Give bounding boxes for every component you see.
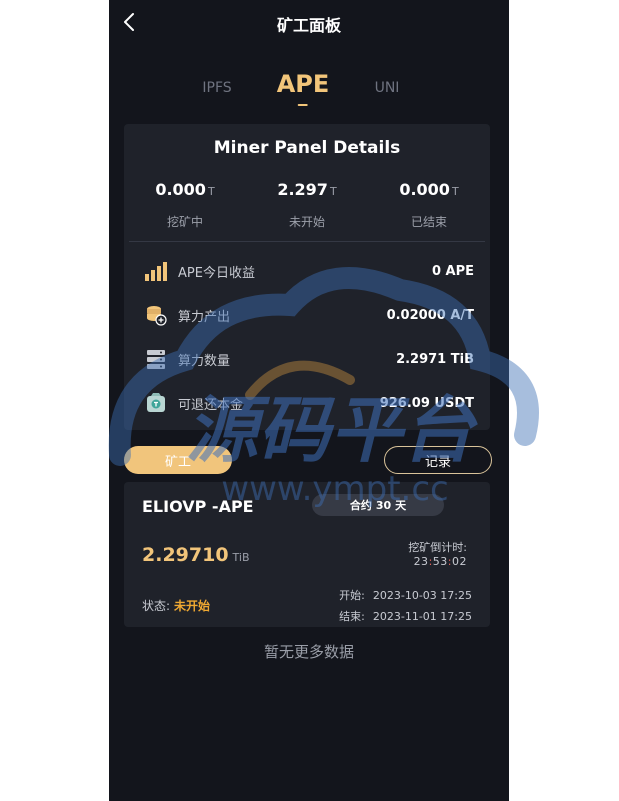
start-time-row: 开始: 2023-10-03 17:25 <box>339 587 472 603</box>
end-time-row: 结束: 2023-11-01 17:25 <box>339 608 472 624</box>
contract-days: 30 <box>375 498 392 512</box>
stat-value: 0.000 <box>399 180 450 199</box>
tab-uni[interactable]: UNI <box>375 66 400 114</box>
countdown-hours: 23 <box>413 555 429 568</box>
stat-value: 0.000 <box>155 180 206 199</box>
end-label: 结束: <box>339 610 365 623</box>
power-unit: TiB <box>232 551 250 564</box>
info-value: 0.02000 A/T <box>386 307 474 323</box>
order-status: 状态: 未开始 <box>142 597 210 614</box>
stats-row: 0.000 T 挖矿中 2.297 T 未开始 0.000 T 已结束 <box>124 180 490 240</box>
coin-stack-add-icon <box>144 303 168 327</box>
contract-badge: 合约 30 天 <box>312 494 444 516</box>
stat-mining: 0.000 T 挖矿中 <box>124 180 246 230</box>
stat-ended: 0.000 T 已结束 <box>368 180 490 230</box>
power-value: 2.29710 <box>142 544 229 566</box>
coin-tabs: IPFS APE UNI <box>109 66 509 116</box>
countdown-label: 挖矿倒计时: <box>408 541 467 554</box>
stat-label: 已结束 <box>410 215 447 229</box>
no-more-data: 暂无更多数据 <box>263 643 354 661</box>
status-badge: 未开始 <box>174 599 211 613</box>
info-row-power-amount: 算力数量 2.2971 TiB <box>144 344 474 374</box>
tab-ipfs[interactable]: IPFS <box>202 66 231 114</box>
order-name: ELIOVP -APE <box>142 497 254 516</box>
info-value: 0 APE <box>431 263 474 279</box>
start-label: 开始: <box>339 589 365 602</box>
status-label: 状态: <box>142 599 171 613</box>
tab-label: UNI <box>374 80 400 96</box>
tab-ape[interactable]: APE <box>276 66 330 114</box>
page-title: 矿工面板 <box>276 16 341 35</box>
order-power: 2.29710 TiB <box>142 544 250 566</box>
wallet-icon <box>144 391 168 415</box>
info-label: 可退还本金 <box>178 397 244 413</box>
stat-label: 未开始 <box>288 215 325 229</box>
details-title: Miner Panel Details <box>213 138 401 158</box>
end-time: 2023-11-01 17:25 <box>372 610 472 623</box>
info-value: 926.09 USDT <box>379 395 474 411</box>
record-button[interactable]: 记录 <box>384 446 492 474</box>
tab-active-indicator <box>298 104 308 106</box>
tab-label: APE <box>276 70 330 98</box>
info-label: 算力数量 <box>178 353 231 369</box>
contract-prefix: 合约 <box>349 499 372 512</box>
stat-unit: T <box>451 185 459 198</box>
phone-screen: 矿工面板 IPFS APE UNI Miner Panel Details 0.… <box>109 0 509 801</box>
info-label: APE今日收益 <box>178 265 255 281</box>
miner-details-card: Miner Panel Details 0.000 T 挖矿中 2.297 T 未开… <box>124 124 490 430</box>
stat-unit: T <box>329 185 337 198</box>
contract-suffix: 天 <box>395 499 407 512</box>
countdown-minutes: 53 <box>432 555 448 568</box>
stat-label: 挖矿中 <box>166 215 203 229</box>
stat-not-started: 2.297 T 未开始 <box>246 180 368 230</box>
countdown-timer: 23:53:02 <box>413 555 467 568</box>
info-label: 算力产出 <box>178 309 231 325</box>
miner-order-card: ELIOVP -APE 合约 30 天 2.29710 TiB 挖矿倒计时: 23… <box>124 482 490 627</box>
info-row-today-income: APE今日收益 0 APE <box>144 256 474 286</box>
tab-label: IPFS <box>202 80 232 96</box>
info-value: 2.2971 TiB <box>396 351 474 367</box>
start-time: 2023-10-03 17:25 <box>372 589 472 602</box>
bar-chart-icon <box>144 259 168 283</box>
countdown-seconds: 02 <box>452 555 467 568</box>
info-row-power-output: 算力产出 0.02000 A/T <box>144 300 474 330</box>
server-icon <box>144 347 168 371</box>
info-row-refundable-principal: 可退还本金 926.09 USDT <box>144 388 474 418</box>
stat-value: 2.297 <box>277 180 328 199</box>
stat-unit: T <box>207 185 215 198</box>
divider <box>129 241 485 242</box>
app-header: 矿工面板 <box>109 0 509 44</box>
mine-button[interactable]: 矿工 <box>124 446 232 474</box>
